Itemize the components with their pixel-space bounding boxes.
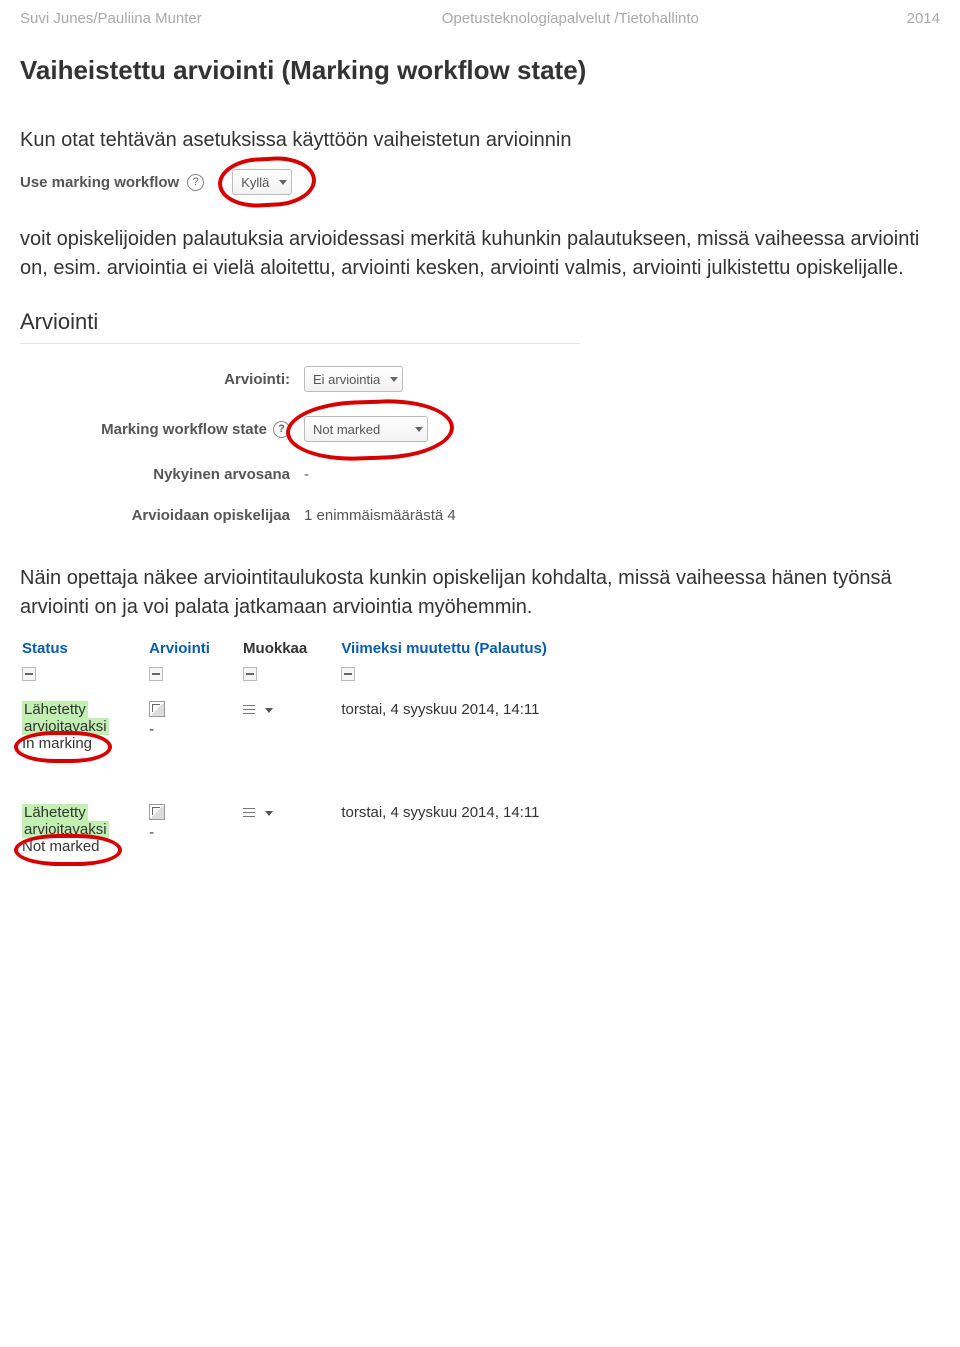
edit-icon[interactable] bbox=[149, 701, 165, 717]
workflow-setting-label: Use marking workflow bbox=[20, 174, 179, 191]
header-left: Suvi Junes/Pauliina Munter bbox=[20, 10, 202, 27]
edit-icon[interactable] bbox=[149, 804, 165, 820]
chevron-down-icon[interactable] bbox=[265, 708, 273, 713]
grading-heading: Arviointi bbox=[20, 309, 580, 344]
workflow-select-value: Kyllä bbox=[241, 175, 269, 190]
collapse-icon[interactable] bbox=[243, 667, 257, 681]
header-year: 2014 bbox=[907, 10, 940, 27]
paragraph-3: Näin opettaja näkee arviointitaulukosta … bbox=[20, 564, 940, 622]
chevron-down-icon bbox=[279, 180, 287, 185]
current-grade-value: - bbox=[304, 466, 309, 483]
arviointi-cell: - bbox=[149, 824, 154, 841]
sheet-icon[interactable] bbox=[243, 704, 261, 717]
collapse-row bbox=[20, 659, 620, 697]
sheet-icon[interactable] bbox=[243, 807, 261, 820]
current-grade-label: Nykyinen arvosana bbox=[153, 466, 290, 483]
workflow-state-value: Not marked bbox=[313, 422, 380, 437]
highlight-circle: Not marked bbox=[22, 838, 100, 855]
highlight-circle: Kyllä bbox=[232, 169, 292, 195]
date-cell: torstai, 4 syyskuu 2014, 14:11 bbox=[341, 804, 539, 821]
collapse-icon[interactable] bbox=[22, 667, 36, 681]
help-icon[interactable]: ? bbox=[273, 421, 290, 438]
page-title: Vaiheistettu arviointi (Marking workflow… bbox=[20, 55, 940, 86]
screenshot-grading-form: Arviointi Arviointi: Ei arviointia Marki… bbox=[20, 309, 580, 524]
paragraph-2: voit opiskelijoiden palautuksia arvioide… bbox=[20, 225, 940, 283]
collapse-icon[interactable] bbox=[341, 667, 355, 681]
workflow-select[interactable]: Kyllä bbox=[232, 169, 292, 195]
chevron-down-icon bbox=[390, 377, 398, 382]
student-count-value: 1 enimmäismäärästä 4 bbox=[304, 507, 456, 524]
arviointi-select-value: Ei arviointia bbox=[313, 372, 380, 387]
workflow-state-cell: In marking bbox=[22, 735, 92, 752]
table-row: Lähetetty arvioitavaksi Not marked - tor… bbox=[20, 800, 620, 857]
col-muokkaa: Muokkaa bbox=[241, 636, 339, 659]
chevron-down-icon[interactable] bbox=[265, 811, 273, 816]
header-center: Opetusteknologiapalvelut /Tietohallinto bbox=[442, 10, 699, 27]
collapse-icon[interactable] bbox=[149, 667, 163, 681]
chevron-down-icon bbox=[415, 427, 423, 432]
arviointi-cell: - bbox=[149, 721, 154, 738]
help-icon[interactable]: ? bbox=[187, 174, 204, 191]
status-badge: Lähetetty bbox=[22, 701, 88, 718]
workflow-state-label: Marking workflow state bbox=[101, 421, 267, 438]
workflow-state-select[interactable]: Not marked bbox=[304, 416, 428, 442]
date-cell: torstai, 4 syyskuu 2014, 14:11 bbox=[341, 701, 539, 718]
paragraph-1: Kun otat tehtävän asetuksissa käyttöön v… bbox=[20, 126, 940, 155]
workflow-state-cell: Not marked bbox=[22, 838, 100, 855]
col-arviointi[interactable]: Arviointi bbox=[147, 636, 241, 659]
col-status[interactable]: Status bbox=[20, 636, 147, 659]
page-header: Suvi Junes/Pauliina Munter 2014 Opetuste… bbox=[20, 10, 940, 27]
screenshot-workflow-setting: Use marking workflow ? Kyllä bbox=[20, 169, 940, 195]
arviointi-label: Arviointi: bbox=[224, 371, 290, 388]
status-badge: Lähetetty bbox=[22, 804, 88, 821]
screenshot-grading-table: Status Arviointi Muokkaa Viimeksi muutet… bbox=[20, 636, 620, 857]
highlight-circle: Not marked bbox=[304, 416, 428, 442]
status-badge: arvioitavaksi bbox=[22, 718, 109, 735]
table-header-row: Status Arviointi Muokkaa Viimeksi muutet… bbox=[20, 636, 620, 659]
highlight-circle: In marking bbox=[22, 735, 92, 752]
status-badge: arvioitavaksi bbox=[22, 821, 109, 838]
table-row: Lähetetty arvioitavaksi In marking - tor… bbox=[20, 697, 620, 754]
arviointi-select[interactable]: Ei arviointia bbox=[304, 366, 403, 392]
student-count-label: Arvioidaan opiskelijaa bbox=[132, 507, 290, 524]
col-viimeksi[interactable]: Viimeksi muutettu (Palautus) bbox=[339, 636, 620, 659]
